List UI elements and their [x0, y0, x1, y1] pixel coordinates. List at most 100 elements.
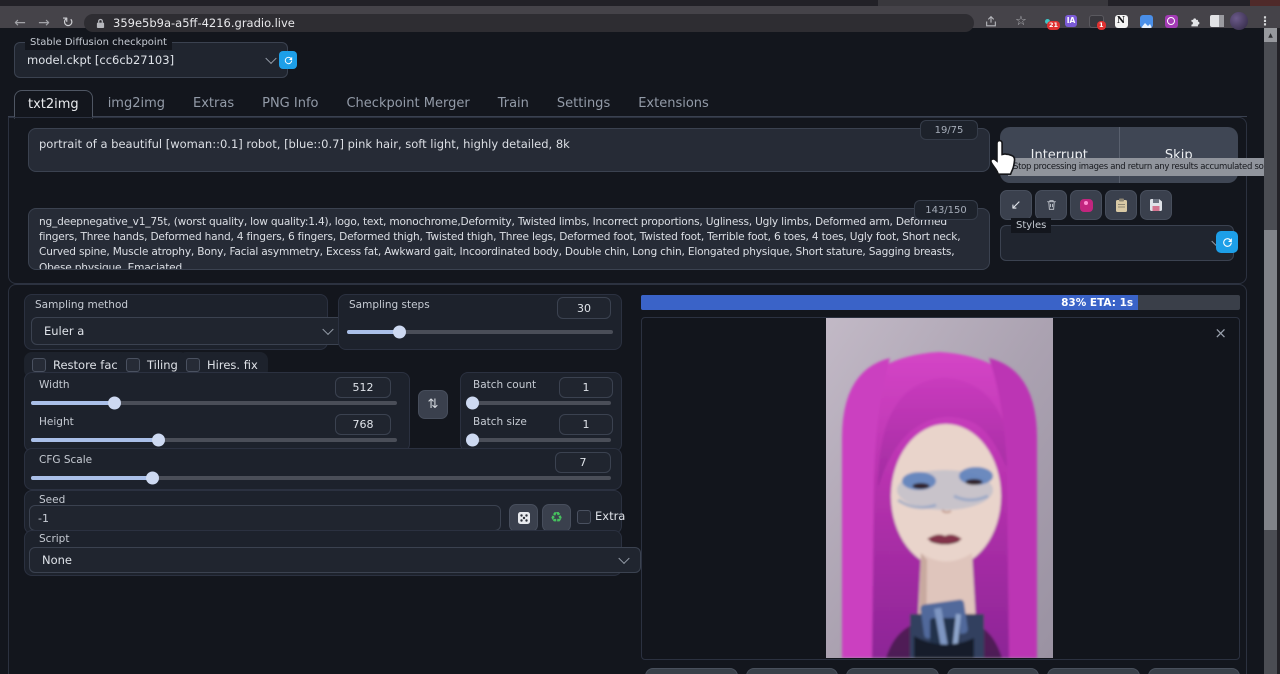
scrollbar-up-arrow[interactable]: ▲: [1264, 28, 1277, 42]
gallery-action-button[interactable]: [1148, 668, 1241, 674]
extra-networks-button[interactable]: [1070, 190, 1102, 220]
height-value[interactable]: 768: [335, 414, 391, 435]
tab-train[interactable]: Train: [485, 90, 542, 117]
reload-icon[interactable]: ↻: [58, 13, 78, 33]
paste-generation-params-button[interactable]: ↙: [1000, 190, 1032, 220]
gallery-action-button[interactable]: [645, 668, 738, 674]
seed-input[interactable]: -1: [29, 505, 501, 531]
puzzle-extensions-icon[interactable]: [1186, 14, 1204, 28]
sampling-method-dropdown[interactable]: Euler a: [31, 317, 345, 345]
palette-icon: [1080, 199, 1093, 212]
seed-extra-checkbox[interactable]: [577, 510, 591, 524]
batch-size-label: Batch size: [473, 416, 527, 428]
batch-size-slider[interactable]: [469, 435, 611, 445]
negative-token-counter: 143/150: [914, 200, 978, 220]
batch-block: Batch count 1 Batch size 1: [460, 372, 622, 452]
recycle-icon: ♻: [550, 510, 563, 526]
sampling-steps-slider[interactable]: [347, 327, 613, 337]
reuse-seed-button[interactable]: ♻: [542, 504, 571, 532]
width-value[interactable]: 512: [335, 377, 391, 398]
prompt-textarea[interactable]: portrait of a beautiful [woman::0.1] rob…: [28, 128, 990, 172]
extension-capture-icon[interactable]: 1: [1087, 14, 1105, 28]
refresh-icon: [1221, 236, 1234, 249]
tab-img2img[interactable]: img2img: [95, 90, 178, 117]
scrollbar-thumb[interactable]: [1264, 230, 1277, 530]
address-bar[interactable]: 359e5b9a-a5ff-4216.gradio.live: [84, 14, 974, 32]
batch-count-slider[interactable]: [469, 398, 611, 408]
dimensions-block: Width 512 Height 768: [24, 372, 410, 452]
extension-ia-icon[interactable]: IA: [1062, 14, 1080, 28]
browser-menu-icon[interactable]: ⋮: [1256, 14, 1274, 28]
script-dropdown[interactable]: None: [29, 547, 641, 573]
refresh-styles-button[interactable]: [1216, 231, 1238, 253]
prompt-token-counter: 19/75: [920, 120, 978, 140]
url-text: 359e5b9a-a5ff-4216.gradio.live: [113, 16, 295, 30]
profile-avatar[interactable]: [1230, 12, 1248, 30]
checkbox-icon: [186, 358, 200, 372]
extension-notion-icon[interactable]: N: [1112, 14, 1130, 28]
tab-checkpoint-merger[interactable]: Checkpoint Merger: [333, 90, 482, 117]
swap-width-height-button[interactable]: ⇅: [418, 390, 448, 419]
checkpoint-dropdown[interactable]: Stable Diffusion checkpoint model.ckpt […: [14, 42, 288, 78]
tab-extras[interactable]: Extras: [180, 90, 247, 117]
generated-image[interactable]: [826, 318, 1053, 658]
extension-badge: 1: [1097, 21, 1106, 30]
clipboard-icon: [1115, 198, 1128, 213]
batch-size-value[interactable]: 1: [559, 414, 613, 435]
cfg-scale-slider[interactable]: [31, 473, 611, 483]
tab-settings[interactable]: Settings: [544, 90, 623, 117]
random-seed-button[interactable]: [509, 504, 538, 532]
cfg-scale-block: CFG Scale 7: [24, 448, 622, 490]
gallery-action-button[interactable]: [846, 668, 939, 674]
gallery-action-button[interactable]: [746, 668, 839, 674]
forward-icon[interactable]: →: [34, 13, 54, 33]
seed-extra-label: Extra: [595, 509, 625, 523]
tab-png-info[interactable]: PNG Info: [249, 90, 331, 117]
cfg-scale-value[interactable]: 7: [555, 452, 611, 473]
width-label: Width: [39, 379, 70, 391]
trash-icon: [1045, 198, 1058, 212]
cfg-scale-label: CFG Scale: [39, 454, 92, 466]
extension-office-icon[interactable]: [1162, 14, 1180, 28]
browser-toolbar: ← → ↻ 359e5b9a-a5ff-4216.gradio.live ☆ 2…: [0, 6, 1280, 28]
dice-icon: [517, 511, 531, 525]
extension-pin-icon[interactable]: 21: [1038, 14, 1056, 28]
progress-label: 83% ETA: 1s: [1061, 297, 1138, 309]
floppy-save-icon: [1149, 198, 1163, 212]
tab-bar: txt2img img2img Extras PNG Info Checkpoi…: [14, 90, 722, 119]
arrow-down-left-icon: ↙: [1011, 198, 1022, 213]
height-slider[interactable]: [31, 435, 397, 445]
checkpoint-label: Stable Diffusion checkpoint: [25, 35, 172, 50]
extension-image-icon[interactable]: [1137, 14, 1155, 28]
gallery-actions-row: [645, 668, 1240, 674]
negative-prompt-textarea[interactable]: ng_deepnegative_v1_75t, (worst quality, …: [28, 208, 990, 270]
gallery-action-button[interactable]: [947, 668, 1040, 674]
share-icon[interactable]: [982, 14, 1000, 28]
bookmark-star-icon[interactable]: ☆: [1012, 14, 1030, 28]
progress-fill: 83% ETA: 1s: [641, 295, 1138, 310]
styles-dropdown[interactable]: Styles: [1000, 225, 1234, 261]
apply-styles-button[interactable]: [1105, 190, 1137, 220]
checkpoint-value: model.ckpt [cc6cb27103]: [27, 53, 174, 67]
tab-txt2img[interactable]: txt2img: [14, 90, 93, 119]
script-label: Script: [39, 533, 69, 545]
sampling-steps-value[interactable]: 30: [557, 297, 611, 319]
gallery-action-button[interactable]: [1047, 668, 1140, 674]
sampling-steps-label: Sampling steps: [349, 299, 430, 311]
batch-count-value[interactable]: 1: [559, 377, 613, 398]
tab-extensions[interactable]: Extensions: [625, 90, 722, 117]
chevron-down-icon: [618, 553, 629, 564]
refresh-checkpoints-button[interactable]: [279, 51, 297, 69]
save-style-button[interactable]: [1140, 190, 1172, 220]
app-window: ← → ↻ 359e5b9a-a5ff-4216.gradio.live ☆ 2…: [0, 0, 1280, 674]
progress-bar: 83% ETA: 1s: [641, 295, 1240, 310]
checkbox-icon: [32, 358, 46, 372]
batch-count-label: Batch count: [473, 379, 536, 391]
sidebar-panel-icon[interactable]: [1208, 14, 1226, 28]
close-preview-icon[interactable]: ×: [1214, 324, 1227, 342]
width-slider[interactable]: [31, 398, 397, 408]
sampling-method-block: Sampling method Euler a: [24, 294, 328, 350]
clear-prompt-button[interactable]: [1035, 190, 1067, 220]
swap-arrows-icon: ⇅: [428, 397, 439, 412]
back-icon[interactable]: ←: [10, 13, 30, 33]
